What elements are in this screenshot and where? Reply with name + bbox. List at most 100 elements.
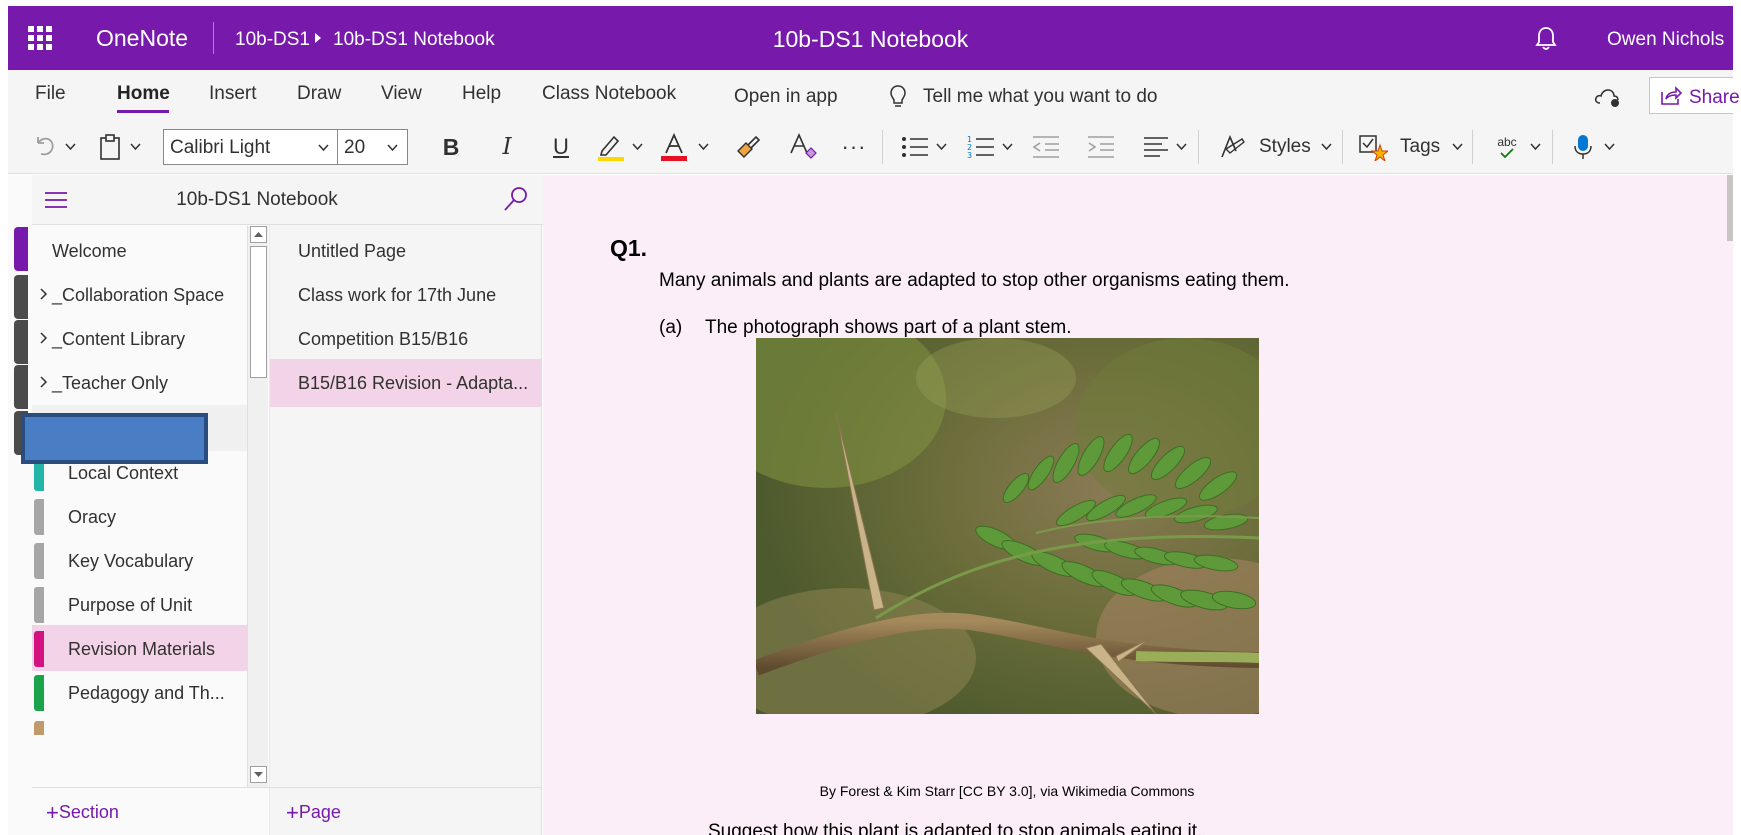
highlight-dropdown-chevron-icon[interactable]	[632, 142, 643, 151]
app-name[interactable]: OneNote	[96, 25, 188, 52]
styles-icon[interactable]	[1218, 133, 1246, 161]
section-item-welcome[interactable]: Welcome	[32, 227, 247, 273]
user-name[interactable]: Owen Nichols	[1607, 29, 1724, 51]
spelling-dropdown-chevron-icon[interactable]	[1530, 142, 1541, 151]
scroll-down-button[interactable]	[250, 766, 267, 783]
section-item-purpose-of-unit[interactable]: Purpose of Unit	[32, 581, 247, 627]
bullets-dropdown-chevron-icon[interactable]	[936, 142, 947, 151]
page-item-competition[interactable]: Competition B15/B16	[270, 315, 541, 363]
section-group-label: _Content Library	[52, 329, 186, 349]
breadcrumb-class[interactable]: 10b-DS1	[235, 29, 310, 51]
increase-indent-icon[interactable]	[1086, 133, 1116, 161]
section-color-tab	[34, 543, 44, 579]
question-prompt: Suggest how this plant is adapted to sto…	[708, 821, 1203, 835]
toolbar-divider	[1552, 130, 1553, 164]
numbering-icon[interactable]: 1 2 3	[966, 133, 996, 161]
navigation-header: 10b-DS1 Notebook	[32, 175, 544, 225]
search-icon[interactable]	[502, 185, 530, 213]
page-item-revision-adaptations[interactable]: B15/B16 Revision - Adapta...	[270, 359, 541, 407]
plus-icon: +	[286, 800, 299, 825]
underline-icon[interactable]: U	[550, 133, 572, 161]
toolbar-divider	[882, 130, 883, 164]
tab-help[interactable]: Help	[462, 83, 501, 105]
tab-class-notebook[interactable]: Class Notebook	[542, 83, 676, 105]
tab-file[interactable]: File	[35, 83, 66, 105]
canvas-scrollbar-thumb[interactable]	[1727, 175, 1733, 241]
section-item-key-vocabulary[interactable]: Key Vocabulary	[32, 537, 247, 583]
tags-icon[interactable]	[1358, 133, 1388, 161]
tab-insert[interactable]: Insert	[209, 83, 257, 105]
open-in-app-button[interactable]: Open in app	[734, 86, 838, 108]
section-item-pedagogy[interactable]: Pedagogy and Th...	[32, 669, 247, 715]
chevron-right-icon[interactable]	[39, 287, 48, 301]
plus-icon: +	[46, 800, 59, 825]
section-label: Purpose of Unit	[68, 595, 193, 615]
cloud-sync-icon[interactable]	[1593, 86, 1623, 108]
section-color-tab	[34, 587, 44, 623]
bold-icon[interactable]: B	[440, 133, 462, 161]
page-label: Class work for 17th June	[298, 285, 497, 305]
section-group-collaboration-space[interactable]: _Collaboration Space	[32, 271, 247, 317]
spelling-icon[interactable]: abc	[1492, 133, 1522, 161]
chevron-right-icon[interactable]	[39, 331, 48, 345]
question-part-label: (a)	[659, 317, 683, 338]
add-section-button[interactable]: +Section	[46, 800, 119, 826]
tags-label[interactable]: Tags	[1400, 136, 1440, 158]
paragraph-alignment-icon[interactable]	[1142, 133, 1170, 161]
font-name-select[interactable]: Calibri Light	[163, 129, 338, 165]
bullets-icon[interactable]	[900, 133, 930, 161]
clear-formatting-icon[interactable]	[788, 133, 818, 161]
undo-icon[interactable]	[32, 133, 58, 161]
page-canvas[interactable]: Q1. Many animals and plants are adapted …	[543, 175, 1733, 835]
font-size-chevron-icon	[387, 144, 398, 152]
scroll-up-button[interactable]	[250, 226, 267, 243]
section-item-partial[interactable]	[32, 715, 247, 735]
tab-draw[interactable]: Draw	[297, 83, 341, 105]
sections-scrollbar[interactable]	[247, 226, 268, 788]
share-button[interactable]: Share	[1649, 77, 1740, 114]
section-color-tab	[34, 675, 44, 711]
paste-clipboard-icon[interactable]	[99, 133, 121, 161]
page-item-untitled[interactable]: Untitled Page	[270, 227, 541, 275]
numbering-dropdown-chevron-icon[interactable]	[1002, 142, 1013, 151]
plant-stem-photo[interactable]	[756, 338, 1259, 714]
tags-dropdown-chevron-icon[interactable]	[1452, 142, 1463, 151]
more-options-icon[interactable]: ···	[840, 133, 868, 161]
styles-label[interactable]: Styles	[1259, 136, 1311, 158]
undo-dropdown-chevron-icon[interactable]	[65, 142, 76, 151]
paste-dropdown-chevron-icon[interactable]	[130, 142, 141, 151]
font-color-icon[interactable]	[660, 133, 688, 161]
notebook-tab-collaboration[interactable]	[14, 275, 28, 319]
font-color-dropdown-chevron-icon[interactable]	[698, 142, 709, 151]
section-item-oracy[interactable]: Oracy	[32, 493, 247, 539]
italic-icon[interactable]: I	[496, 133, 518, 161]
tell-me-search[interactable]: Tell me what you want to do	[923, 86, 1157, 108]
format-painter-icon[interactable]	[734, 133, 762, 161]
tab-view[interactable]: View	[381, 83, 422, 105]
dictate-dropdown-chevron-icon[interactable]	[1604, 142, 1615, 151]
breadcrumb-notebook[interactable]: 10b-DS1 Notebook	[333, 29, 495, 51]
scroll-thumb[interactable]	[250, 246, 267, 378]
dictate-microphone-icon[interactable]	[1572, 133, 1594, 161]
alignment-dropdown-chevron-icon[interactable]	[1176, 142, 1187, 151]
bell-icon[interactable]	[1534, 26, 1558, 52]
highlighter-icon[interactable]	[596, 133, 626, 161]
font-size-select[interactable]: 20	[338, 129, 408, 165]
section-group-teacher-only[interactable]: _Teacher Only	[32, 359, 247, 405]
section-group-content-library[interactable]: _Content Library	[32, 315, 247, 361]
share-icon	[1661, 86, 1682, 105]
notebook-tab-content[interactable]	[14, 320, 28, 364]
decrease-indent-icon[interactable]	[1031, 133, 1061, 161]
styles-dropdown-chevron-icon[interactable]	[1321, 142, 1332, 151]
question-part-text: The photograph shows part of a plant ste…	[705, 317, 1072, 338]
notebook-tab-teacher[interactable]	[14, 365, 28, 409]
page-item-class-work[interactable]: Class work for 17th June	[270, 271, 541, 319]
notebook-tab-welcome[interactable]	[14, 227, 28, 271]
tab-home[interactable]: Home	[117, 83, 170, 105]
font-name-value: Calibri Light	[170, 137, 271, 158]
add-page-button[interactable]: +Page	[286, 800, 341, 826]
chevron-right-icon[interactable]	[39, 375, 48, 389]
app-launcher-icon[interactable]	[28, 26, 52, 50]
breadcrumb-arrow-icon	[315, 33, 321, 43]
section-item-revision-materials[interactable]: Revision Materials	[32, 625, 247, 671]
